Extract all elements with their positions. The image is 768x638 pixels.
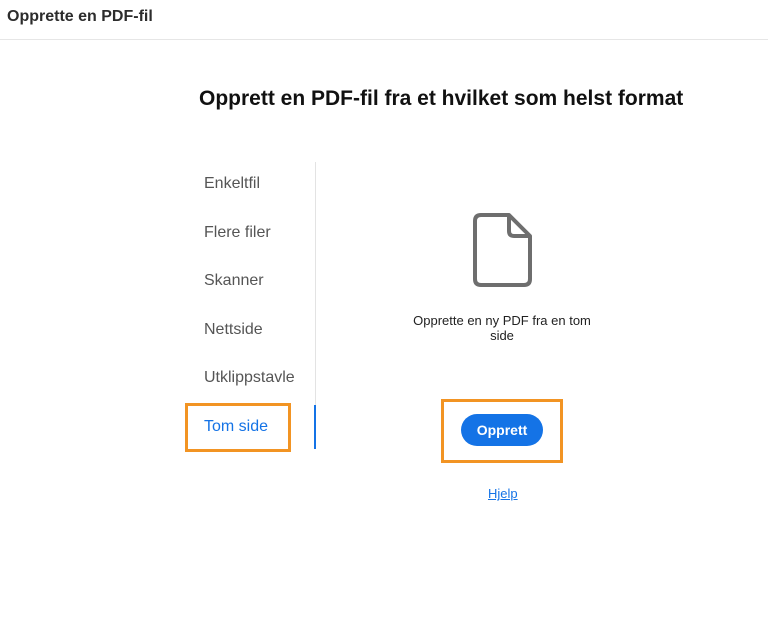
page-heading: Opprett en PDF-fil fra et hvilket som he… (199, 87, 684, 110)
window-title: Opprette en PDF-fil (7, 8, 153, 25)
create-button[interactable]: Opprett (461, 414, 543, 446)
nav-item-nettside[interactable]: Nettside (204, 321, 263, 339)
create-description: Opprette en ny PDF fra en tom side (413, 313, 591, 343)
blank-document-icon (472, 212, 534, 288)
nav-item-utklippstavle[interactable]: Utklippstavle (204, 369, 295, 387)
title-bar: Opprette en PDF-fil (0, 0, 768, 40)
nav-item-enkeltfil[interactable]: Enkeltfil (204, 175, 260, 193)
nav-active-indicator (314, 405, 316, 449)
nav-item-skanner[interactable]: Skanner (204, 272, 264, 290)
nav-item-flere-filer[interactable]: Flere filer (204, 224, 271, 242)
highlight-box-tom-side (185, 403, 291, 452)
help-link[interactable]: Hjelp (488, 486, 518, 501)
